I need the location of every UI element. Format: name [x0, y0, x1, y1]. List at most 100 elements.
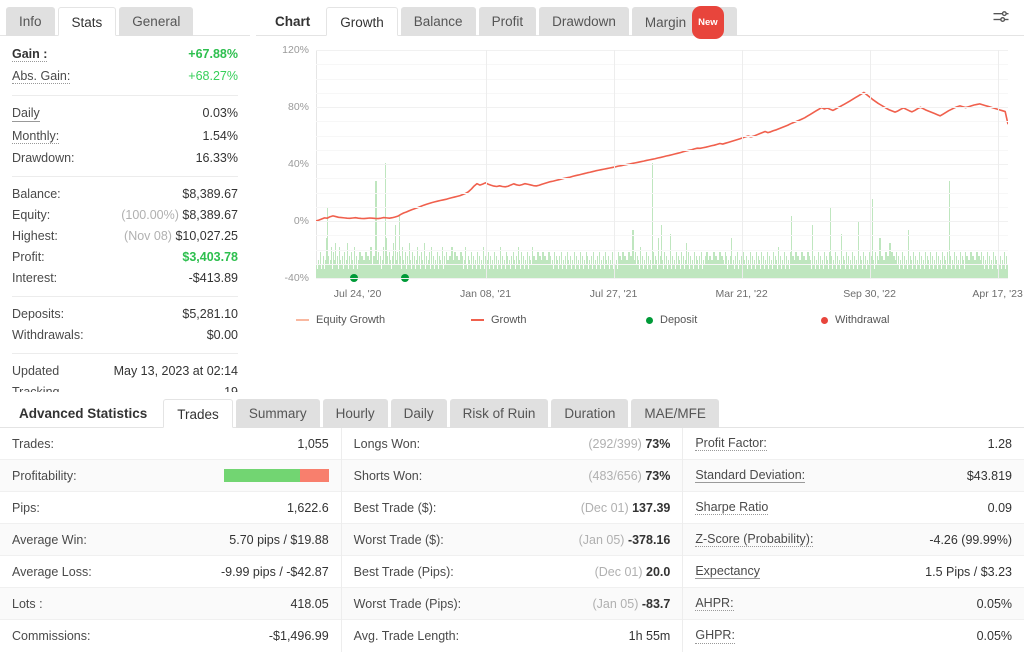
- adv-value-main: 1,055: [297, 437, 328, 451]
- stat-value: +67.88%: [188, 47, 238, 61]
- adv-value-main: 1.28: [988, 437, 1012, 451]
- adv-column-3: Profit Factor:1.28Standard Deviation:$43…: [682, 428, 1024, 652]
- legend-item-deposit[interactable]: Deposit: [616, 314, 791, 326]
- adv-label[interactable]: Standard Deviation:: [695, 468, 805, 483]
- adv-value: 0.05%: [977, 629, 1012, 643]
- legend-label: Equity Growth: [316, 314, 385, 326]
- x-gridline: [998, 50, 999, 278]
- tab-label: Profit: [492, 14, 524, 29]
- stat-label[interactable]: Abs. Gain:: [12, 69, 70, 84]
- adv-tab-hourly[interactable]: Hourly: [323, 399, 388, 428]
- chart-settings-button[interactable]: [978, 0, 1024, 35]
- stat-value: $8,389.67: [182, 187, 238, 201]
- adv-row-shorts-won: Shorts Won:(483/656) 73%: [342, 460, 683, 492]
- adv-row-ghpr: GHPR: 0.05%: [683, 620, 1024, 652]
- x-gridline: [742, 50, 743, 278]
- y-gridline-minor: [316, 193, 1008, 194]
- adv-value: 1,055: [297, 437, 328, 451]
- adv-tab-trades[interactable]: Trades: [163, 399, 233, 428]
- adv-value-prefix: (Jan 05): [579, 533, 628, 547]
- adv-label: Average Win:: [12, 533, 87, 547]
- stat-value: 0.03%: [203, 106, 238, 120]
- legend-item-withdrawal[interactable]: Withdrawal: [791, 314, 966, 326]
- stat-row-updated: UpdatedMay 13, 2023 at 02:14: [12, 361, 238, 382]
- stat-row-equity: Equity:(100.00%) $8,389.67: [12, 205, 238, 226]
- y-axis-tick-label: 40%: [288, 158, 309, 170]
- stat-row-balance: Balance:$8,389.67: [12, 184, 238, 205]
- stat-row-gain: Gain : +67.88%: [12, 43, 238, 65]
- adv-row-pips: Pips:1,622.6: [0, 492, 341, 524]
- stat-label[interactable]: Monthly:: [12, 129, 59, 144]
- adv-value-main: 20.0: [646, 565, 670, 579]
- y-gridline: [316, 107, 1008, 108]
- legend-label: Deposit: [660, 314, 697, 326]
- stats-tab-info[interactable]: Info: [6, 7, 55, 36]
- adv-tab-summary[interactable]: Summary: [236, 399, 320, 428]
- stats-tab-stats[interactable]: Stats: [58, 7, 117, 36]
- stat-row-profit: Profit:$3,403.78: [12, 247, 238, 268]
- chart-legend: Equity Growth Growth Deposit Withdrawal: [266, 314, 1014, 326]
- adv-row-best-trade-pips: Best Trade (Pips):(Dec 01) 20.0: [342, 556, 683, 588]
- adv-value-prefix: (Dec 01): [595, 565, 646, 579]
- chart-tab-chart[interactable]: Chart: [262, 7, 323, 36]
- chart-tab-balance[interactable]: Balance: [401, 7, 476, 36]
- profitability-bar[interactable]: [224, 469, 329, 482]
- adv-value-main: 5.70 pips / $19.88: [229, 533, 328, 547]
- stat-value-main: $8,389.67: [182, 208, 238, 222]
- stats-list: Gain :+67.88%Abs. Gain:+68.27%Daily0.03%…: [0, 36, 250, 410]
- chart-plot-area: 120%80%40%0%-40%Jul 24, '20Jan 08, '21Ju…: [316, 50, 1008, 278]
- adv-tab-daily[interactable]: Daily: [391, 399, 447, 428]
- adv-value: 418.05: [290, 597, 328, 611]
- stat-label: Updated: [12, 364, 59, 378]
- stat-value-main: 16.33%: [196, 151, 238, 165]
- stat-value-main: $5,281.10: [182, 307, 238, 321]
- chart-tab-growth[interactable]: Growth: [326, 7, 398, 36]
- adv-value-main: 418.05: [290, 597, 328, 611]
- x-axis-tick-label: Jul 24, '20: [334, 288, 382, 300]
- adv-label[interactable]: GHPR:: [695, 628, 735, 643]
- stat-value-main: +67.88%: [188, 47, 238, 61]
- stat-label[interactable]: Gain :: [12, 47, 47, 62]
- adv-tab-advanced-statistics[interactable]: Advanced Statistics: [6, 399, 160, 428]
- legend-item-growth[interactable]: Growth: [441, 314, 616, 326]
- stat-value-main: $8,389.67: [182, 187, 238, 201]
- stats-tab-general[interactable]: General: [119, 7, 193, 36]
- y-gridline-minor: [316, 207, 1008, 208]
- adv-label[interactable]: Expectancy: [695, 564, 760, 579]
- adv-value: 1.5 Pips / $3.23: [925, 565, 1012, 579]
- chart-tab-margin[interactable]: MarginNew: [632, 7, 737, 36]
- y-gridline: [316, 278, 1008, 279]
- adv-row-average-loss: Average Loss:-9.99 pips / -$42.87: [0, 556, 341, 588]
- adv-label[interactable]: Sharpe Ratio: [695, 500, 768, 515]
- adv-tab-risk-of-ruin[interactable]: Risk of Ruin: [450, 399, 549, 428]
- y-gridline: [316, 50, 1008, 51]
- adv-row-trades: Trades:1,055: [0, 428, 341, 460]
- tab-label: Balance: [414, 14, 463, 29]
- adv-label: Best Trade ($):: [354, 501, 437, 515]
- adv-label[interactable]: AHPR:: [695, 596, 733, 611]
- adv-tab-duration[interactable]: Duration: [551, 399, 628, 428]
- y-gridline-minor: [316, 136, 1008, 137]
- chart-tab-profit[interactable]: Profit: [479, 7, 537, 36]
- adv-value-main: 1,622.6: [287, 501, 329, 515]
- tab-label: Risk of Ruin: [463, 406, 536, 421]
- y-gridline-minor: [316, 178, 1008, 179]
- stat-label: Deposits:: [12, 307, 64, 321]
- adv-label[interactable]: Profit Factor:: [695, 436, 767, 451]
- adv-value: 1,622.6: [287, 501, 329, 515]
- legend-label: Growth: [491, 314, 526, 326]
- adv-label[interactable]: Z-Score (Probability):: [695, 532, 813, 547]
- legend-item-equity-growth[interactable]: Equity Growth: [266, 314, 441, 326]
- adv-label: Lots :: [12, 597, 43, 611]
- chart-tab-drawdown[interactable]: Drawdown: [539, 7, 629, 36]
- profitability-loss-segment: [300, 469, 328, 482]
- y-gridline: [316, 221, 1008, 222]
- stat-label[interactable]: Daily: [12, 106, 40, 121]
- adv-tab-mae-mfe[interactable]: MAE/MFE: [631, 399, 719, 428]
- adv-value-prefix: (Jan 05): [593, 597, 642, 611]
- tab-label: Chart: [275, 14, 310, 29]
- adv-label: Commissions:: [12, 629, 91, 643]
- tab-label: Hourly: [336, 406, 375, 421]
- tab-label: Summary: [249, 406, 307, 421]
- adv-value-main: -$1,496.99: [269, 629, 329, 643]
